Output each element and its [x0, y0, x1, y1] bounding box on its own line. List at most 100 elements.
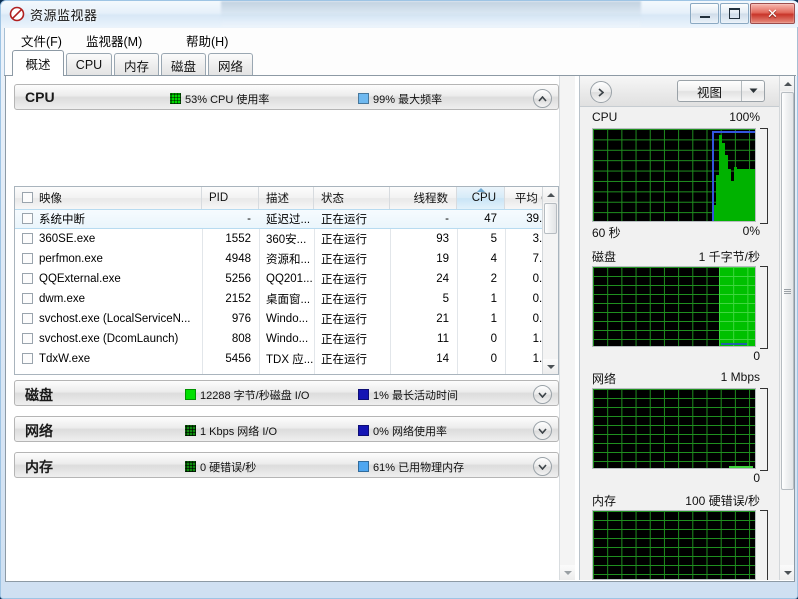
- cell-description: 延迟过...: [266, 214, 311, 226]
- tab-overview[interactable]: 概述: [12, 50, 64, 76]
- graph-memory: 内存 100 硬错误/秒: [580, 492, 778, 580]
- process-table-body: 系统中断 - 延迟过... 正在运行 - 47 39.05 360SE.exe …: [15, 209, 555, 369]
- resource-monitor-icon: [9, 6, 25, 22]
- row-checkbox[interactable]: [22, 293, 33, 304]
- column-label: 映像: [39, 193, 62, 205]
- table-row[interactable]: perfmon.exe 4948 资源和... 正在运行 19 4 7.18: [15, 249, 555, 269]
- expand-memory-button[interactable]: [533, 457, 552, 476]
- section-header-network[interactable]: 网络 1 Kbps 网络 I/O 0% 网络使用率: [14, 416, 559, 442]
- table-row[interactable]: svchost.exe (LocalServiceN... 976 Windo.…: [15, 309, 555, 329]
- hide-graph-panel-button[interactable]: [590, 81, 612, 103]
- menu-item-file[interactable]: 文件(F): [15, 30, 68, 51]
- cell-status: 正在运行: [321, 294, 367, 306]
- row-checkbox[interactable]: [22, 273, 33, 284]
- table-row[interactable]: 系统中断 - 延迟过... 正在运行 - 47 39.05: [15, 209, 555, 229]
- column-label: 线程数: [413, 193, 449, 205]
- expand-disk-button[interactable]: [533, 385, 552, 404]
- graph-axis-bracket: [760, 128, 768, 224]
- scroll-down-button[interactable]: [543, 359, 558, 374]
- scroll-up-button[interactable]: [780, 76, 794, 91]
- cell-pid: 5256: [225, 273, 251, 285]
- column-header-pid[interactable]: PID: [202, 187, 259, 209]
- scroll-down-button[interactable]: [560, 565, 575, 580]
- scrollbar-grip-icon: [784, 288, 791, 294]
- table-row[interactable]: svchost.exe (DcomLaunch) 808 Windo... 正在…: [15, 329, 555, 349]
- scroll-down-button[interactable]: [780, 565, 794, 580]
- row-checkbox[interactable]: [22, 253, 33, 264]
- close-button[interactable]: ✕: [750, 3, 795, 24]
- row-checkbox[interactable]: [22, 313, 33, 324]
- graph-max-label: 1 Mbps: [720, 370, 760, 384]
- chevron-down-icon[interactable]: [742, 88, 764, 94]
- cell-cpu: 1: [490, 293, 497, 305]
- table-row[interactable]: TdxW.exe 5456 TDX 应... 正在运行 14 0 1.55: [15, 349, 555, 369]
- chevron-down-icon: [538, 463, 547, 470]
- cell-threads: 19: [436, 253, 449, 265]
- tab-cpu[interactable]: CPU: [66, 53, 112, 76]
- row-checkbox[interactable]: [22, 333, 33, 344]
- network-utilization-legend: 0% 网络使用率: [358, 423, 447, 439]
- scrollbar-thumb[interactable]: [544, 203, 557, 234]
- tab-label: 概述: [25, 58, 51, 72]
- scroll-up-button[interactable]: [543, 187, 558, 202]
- cell-cpu: 0: [490, 333, 497, 345]
- graph-panel-scrollbar[interactable]: [779, 76, 794, 580]
- column-header-image[interactable]: 映像: [15, 187, 202, 209]
- graph-footer-label: 60 秒: [592, 226, 621, 240]
- column-header-status[interactable]: 状态: [314, 187, 390, 209]
- graph-grid: [593, 389, 755, 468]
- cell-cpu: 2: [490, 273, 497, 285]
- cpu-series-fill: [737, 169, 755, 221]
- cell-pid: 5456: [225, 353, 251, 365]
- cell-pid: 1552: [225, 233, 251, 245]
- memory-used-legend: 61% 已用物理内存: [358, 459, 464, 475]
- tab-network[interactable]: 网络: [208, 53, 253, 76]
- graph-min-label: 0%: [742, 224, 760, 238]
- left-pane-scrollbar[interactable]: [559, 76, 575, 580]
- cell-image: QQExternal.exe: [39, 273, 121, 285]
- process-table-scrollbar[interactable]: [542, 187, 558, 374]
- scrollbar-thumb[interactable]: [781, 92, 794, 490]
- chevron-right-icon: [598, 87, 604, 97]
- disk-activetime-legend: 1% 最长活动时间: [358, 387, 458, 403]
- section-header-cpu[interactable]: CPU 53% CPU 使用率 99% 最大频率: [14, 84, 559, 110]
- window-controls: ✕: [689, 3, 795, 24]
- maximize-button[interactable]: [720, 3, 749, 24]
- row-checkbox[interactable]: [22, 213, 33, 224]
- collapse-cpu-button[interactable]: [533, 89, 552, 108]
- minimize-button[interactable]: [690, 3, 719, 24]
- maximize-icon: [729, 8, 740, 19]
- cell-description: Windo...: [266, 333, 309, 345]
- column-header-cpu[interactable]: CPU: [457, 187, 505, 209]
- cell-image: perfmon.exe: [39, 253, 103, 265]
- table-row[interactable]: dwm.exe 2152 桌面窗... 正在运行 5 1 0.84: [15, 289, 555, 309]
- section-header-disk[interactable]: 磁盘 12288 字节/秒磁盘 I/O 1% 最长活动时间: [14, 380, 559, 406]
- client-area: CPU 53% CPU 使用率 99% 最大频率 映像 PID 描述 状态 线程…: [5, 76, 795, 582]
- expand-network-button[interactable]: [533, 421, 552, 440]
- table-row[interactable]: QQExternal.exe 5256 QQ201... 正在运行 24 2 0…: [15, 269, 555, 289]
- tab-memory[interactable]: 内存: [114, 53, 159, 76]
- overview-left-pane: CPU 53% CPU 使用率 99% 最大频率 映像 PID 描述 状态 线程…: [6, 76, 575, 580]
- cell-pid: 976: [231, 313, 251, 325]
- cell-threads: 21: [436, 313, 449, 325]
- cell-threads: -: [445, 213, 449, 225]
- view-dropdown-button[interactable]: 视图: [677, 80, 765, 102]
- process-table: 映像 PID 描述 状态 线程数 CPU 平均 C... 系统中断 - 延迟过.…: [14, 186, 559, 375]
- section-header-memory[interactable]: 内存 0 硬错误/秒 61% 已用物理内存: [14, 452, 559, 478]
- select-all-checkbox[interactable]: [22, 192, 33, 203]
- graph-plot-area: [592, 510, 756, 580]
- table-row[interactable]: 360SE.exe 1552 360安... 正在运行 93 5 3.80: [15, 229, 555, 249]
- column-header-description[interactable]: 描述: [259, 187, 314, 209]
- chevron-down-icon: [538, 427, 547, 434]
- column-header-threads[interactable]: 线程数: [390, 187, 457, 209]
- row-checkbox[interactable]: [22, 353, 33, 364]
- tab-disk[interactable]: 磁盘: [161, 53, 206, 76]
- triangle-down-icon: [783, 570, 792, 575]
- cell-cpu: 4: [490, 253, 497, 265]
- menu-item-monitor[interactable]: 监视器(M): [80, 30, 148, 51]
- menu-item-help[interactable]: 帮助(H): [180, 30, 234, 51]
- column-label: CPU: [471, 192, 496, 204]
- row-checkbox[interactable]: [22, 233, 33, 244]
- section-title-memory: 内存: [25, 459, 53, 475]
- graph-max-label: 1 千字节/秒: [698, 250, 760, 264]
